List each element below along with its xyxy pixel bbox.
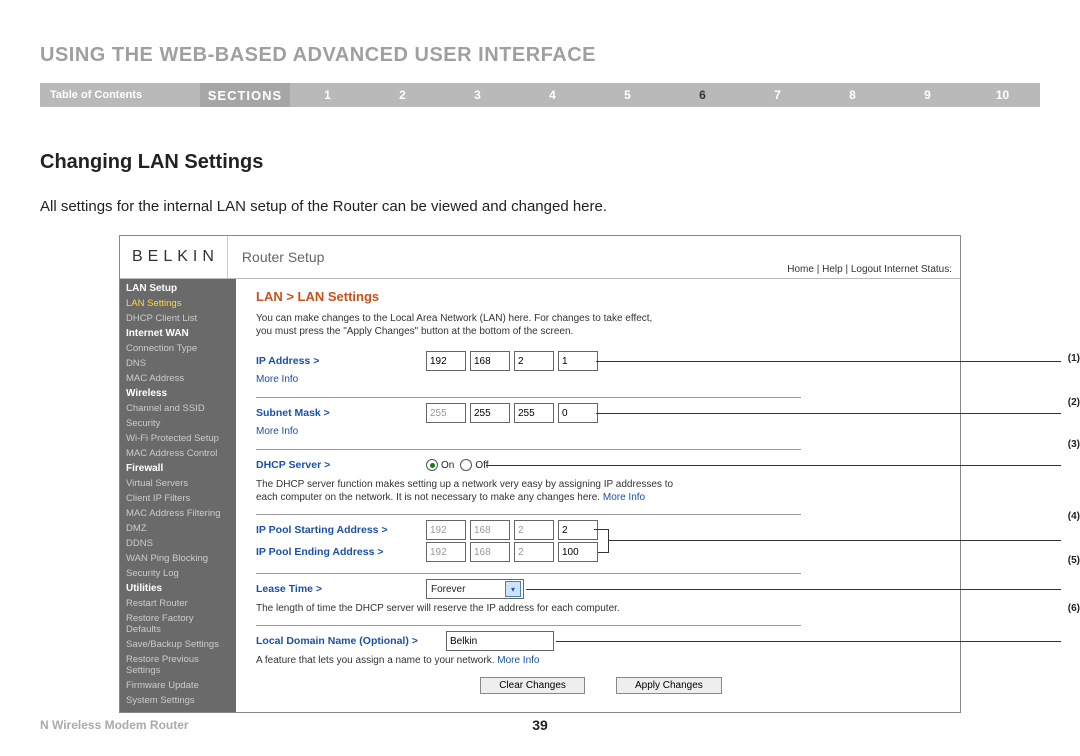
ip-oct-1[interactable] [426, 351, 466, 371]
subnet-oct-4[interactable] [558, 403, 598, 423]
dhcp-on-radio[interactable]: On [426, 459, 454, 471]
more-info-link[interactable]: More Info [256, 374, 946, 385]
page-title: USING THE WEB-BASED ADVANCED USER INTERF… [40, 44, 1040, 67]
sidebar-category: Utilities [120, 581, 236, 596]
sidebar-item[interactable]: LAN Settings [120, 296, 236, 311]
sidebar: LAN SetupLAN SettingsDHCP Client ListInt… [120, 279, 236, 712]
sidebar-item[interactable]: Restore Factory Defaults [120, 611, 236, 637]
sidebar-item[interactable]: Channel and SSID [120, 401, 236, 416]
intro-text: You can make changes to the Local Area N… [256, 312, 656, 338]
toc-link[interactable]: Table of Contents [40, 89, 200, 101]
sidebar-item[interactable]: Firmware Update [120, 678, 236, 693]
chevron-down-icon: ▾ [505, 581, 521, 597]
section-link-1[interactable]: 1 [290, 88, 365, 102]
pool-end-3 [514, 542, 554, 562]
sidebar-category: LAN Setup [120, 281, 236, 296]
sidebar-item[interactable]: MAC Address [120, 371, 236, 386]
sidebar-item[interactable]: Security Log [120, 566, 236, 581]
sections-label: SECTIONS [200, 83, 290, 107]
sidebar-item[interactable]: MAC Address Control [120, 446, 236, 461]
radio-on-icon [426, 459, 438, 471]
callout-4: (4) [1068, 511, 1080, 522]
subnet-oct-3[interactable] [514, 403, 554, 423]
sidebar-item[interactable]: Client IP Filters [120, 491, 236, 506]
section-link-7[interactable]: 7 [740, 88, 815, 102]
body-text: All settings for the internal LAN setup … [40, 198, 1040, 215]
section-link-4[interactable]: 4 [515, 88, 590, 102]
callout-1: (1) [1068, 353, 1080, 364]
pool-start-3 [514, 520, 554, 540]
section-heading: Changing LAN Settings [40, 151, 1040, 174]
subnet-label[interactable]: Subnet Mask > [256, 407, 426, 419]
subnet-oct-2[interactable] [470, 403, 510, 423]
callout-2: (2) [1068, 397, 1080, 408]
pool-end-1 [426, 542, 466, 562]
clear-changes-button[interactable]: Clear Changes [480, 677, 585, 694]
section-link-8[interactable]: 8 [815, 88, 890, 102]
pool-start-1 [426, 520, 466, 540]
sidebar-category: Internet WAN [120, 326, 236, 341]
sidebar-category: Firewall [120, 461, 236, 476]
main-panel: LAN > LAN Settings You can make changes … [236, 279, 960, 712]
sidebar-item[interactable]: Save/Backup Settings [120, 637, 236, 652]
sidebar-item[interactable]: Security [120, 416, 236, 431]
lease-label[interactable]: Lease Time > [256, 583, 426, 595]
more-info-link[interactable]: More Info [603, 492, 645, 503]
radio-off-icon [460, 459, 472, 471]
section-link-5[interactable]: 5 [590, 88, 665, 102]
dhcp-label[interactable]: DHCP Server > [256, 459, 426, 471]
apply-changes-button[interactable]: Apply Changes [616, 677, 722, 694]
top-links[interactable]: Home | Help | Logout Internet Status: [787, 264, 952, 275]
section-link-3[interactable]: 3 [440, 88, 515, 102]
callout-6: (6) [1068, 603, 1080, 614]
sidebar-item[interactable]: WAN Ping Blocking [120, 551, 236, 566]
more-info-link[interactable]: More Info [497, 655, 539, 666]
subnet-oct-1[interactable] [426, 403, 466, 423]
pool-start-4[interactable] [558, 520, 598, 540]
router-ui-screenshot: BELKIN Router Setup Home | Help | Logout… [119, 235, 961, 713]
pool-end-2 [470, 542, 510, 562]
sidebar-item[interactable]: Restore Previous Settings [120, 652, 236, 678]
ip-oct-3[interactable] [514, 351, 554, 371]
dhcp-off-radio[interactable]: Off [460, 459, 488, 471]
section-link-10[interactable]: 10 [965, 88, 1040, 102]
sidebar-category: Wireless [120, 386, 236, 401]
section-nav: Table of Contents SECTIONS 12345678910 [40, 83, 1040, 107]
domain-input[interactable] [446, 631, 554, 651]
belkin-logo: BELKIN [120, 236, 228, 278]
pool-start-label[interactable]: IP Pool Starting Address > [256, 524, 426, 536]
callout-3: (3) [1068, 439, 1080, 450]
dhcp-note: The DHCP server function makes setting u… [256, 478, 686, 504]
router-setup-label: Router Setup [228, 249, 325, 265]
sidebar-item[interactable]: Wi-Fi Protected Setup [120, 431, 236, 446]
section-link-2[interactable]: 2 [365, 88, 440, 102]
pool-end-4[interactable] [558, 542, 598, 562]
pool-start-2 [470, 520, 510, 540]
ip-address-label[interactable]: IP Address > [256, 355, 426, 367]
sidebar-item[interactable]: DHCP Client List [120, 311, 236, 326]
section-link-6[interactable]: 6 [665, 88, 740, 102]
lease-select[interactable]: Forever ▾ [426, 579, 524, 599]
pool-end-label[interactable]: IP Pool Ending Address > [256, 546, 426, 558]
ip-oct-2[interactable] [470, 351, 510, 371]
sidebar-item[interactable]: MAC Address Filtering [120, 506, 236, 521]
sidebar-item[interactable]: System Settings [120, 693, 236, 708]
callout-5: (5) [1068, 555, 1080, 566]
domain-note: A feature that lets you assign a name to… [256, 654, 946, 667]
footer-product: N Wireless Modem Router [40, 718, 189, 732]
sidebar-item[interactable]: DDNS [120, 536, 236, 551]
sidebar-item[interactable]: DMZ [120, 521, 236, 536]
lease-note: The length of time the DHCP server will … [256, 602, 946, 615]
sidebar-item[interactable]: Restart Router [120, 596, 236, 611]
sidebar-item[interactable]: Connection Type [120, 341, 236, 356]
page-number: 39 [532, 717, 548, 733]
breadcrumb: LAN > LAN Settings [256, 289, 946, 304]
domain-label[interactable]: Local Domain Name (Optional) > [256, 635, 446, 647]
sidebar-item[interactable]: Virtual Servers [120, 476, 236, 491]
ip-oct-4[interactable] [558, 351, 598, 371]
sidebar-item[interactable]: DNS [120, 356, 236, 371]
section-link-9[interactable]: 9 [890, 88, 965, 102]
more-info-link[interactable]: More Info [256, 426, 946, 437]
